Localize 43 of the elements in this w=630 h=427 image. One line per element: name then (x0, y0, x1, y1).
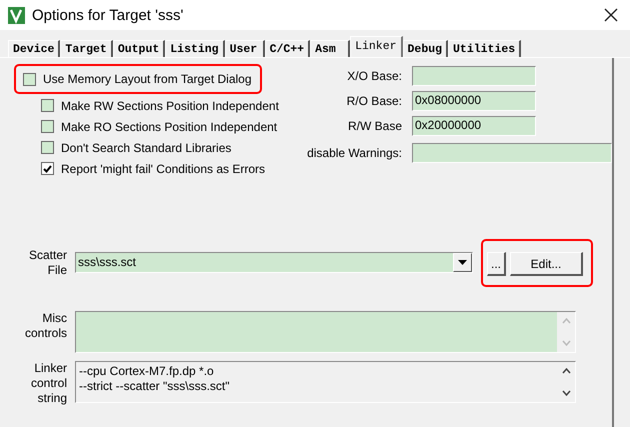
field-label: R/W Base (346, 119, 402, 133)
field-label: X/O Base: (346, 69, 402, 83)
checkbox-label: Report 'might fail' Conditions as Errors (61, 162, 265, 176)
combo-box[interactable]: sss\sss.sct (75, 252, 473, 273)
tab[interactable]: Target (60, 40, 113, 57)
field-label: disable Warnings: (307, 146, 402, 160)
input-field[interactable] (412, 66, 536, 86)
tab[interactable]: User (224, 40, 265, 57)
checkbox[interactable] (41, 99, 54, 112)
checkbox-label: Don't Search Standard Libraries (61, 140, 232, 154)
app-logo-icon (8, 6, 25, 24)
field-label: Linker control string (30, 361, 67, 406)
checkbox[interactable] (23, 72, 36, 86)
tab[interactable]: Asm (310, 40, 350, 57)
tab[interactable]: C/C++ (264, 40, 310, 57)
input-field[interactable] (412, 143, 612, 163)
tab[interactable]: Device (8, 40, 60, 57)
tab[interactable]: Debug (402, 40, 448, 57)
text-line: --strict --scatter "sss\sss.sct" (79, 379, 231, 394)
checkmark-icon (43, 164, 52, 172)
checkbox-label: Make RO Sections Position Independent (61, 120, 278, 134)
input-field[interactable]: 0x08000000 (412, 91, 536, 111)
checkbox[interactable] (41, 120, 54, 133)
field-label: R/O Base: (346, 94, 402, 108)
edit-button[interactable]: Edit... (510, 252, 583, 276)
checkbox[interactable] (41, 141, 54, 154)
dropdown-arrow-icon[interactable] (458, 260, 467, 265)
tab[interactable]: Listing (165, 40, 225, 57)
tab[interactable]: Output (112, 40, 166, 57)
checkbox-label: Use Memory Layout from Target Dialog (43, 72, 252, 86)
window-title: Options for Target 'sss' (32, 6, 184, 24)
checkbox[interactable] (41, 162, 54, 175)
field-label: Scatter File (28, 248, 67, 278)
tab[interactable]: Linker (350, 36, 403, 57)
browse-button[interactable]: ... (487, 252, 506, 276)
close-button[interactable] (602, 6, 620, 24)
field-label: Misc controls (24, 311, 67, 341)
tab[interactable]: Utilities (448, 40, 522, 57)
text-line: --cpu Cortex-M7.fp.dp *.o (79, 364, 215, 379)
text-area[interactable] (75, 311, 576, 353)
text-area[interactable]: --cpu Cortex-M7.fp.dp *.o --strict --scatter "sss\sss.sct" (75, 361, 576, 403)
checkbox-label: Make RW Sections Position Independent (61, 98, 279, 112)
input-field[interactable]: 0x20000000 (412, 116, 536, 136)
